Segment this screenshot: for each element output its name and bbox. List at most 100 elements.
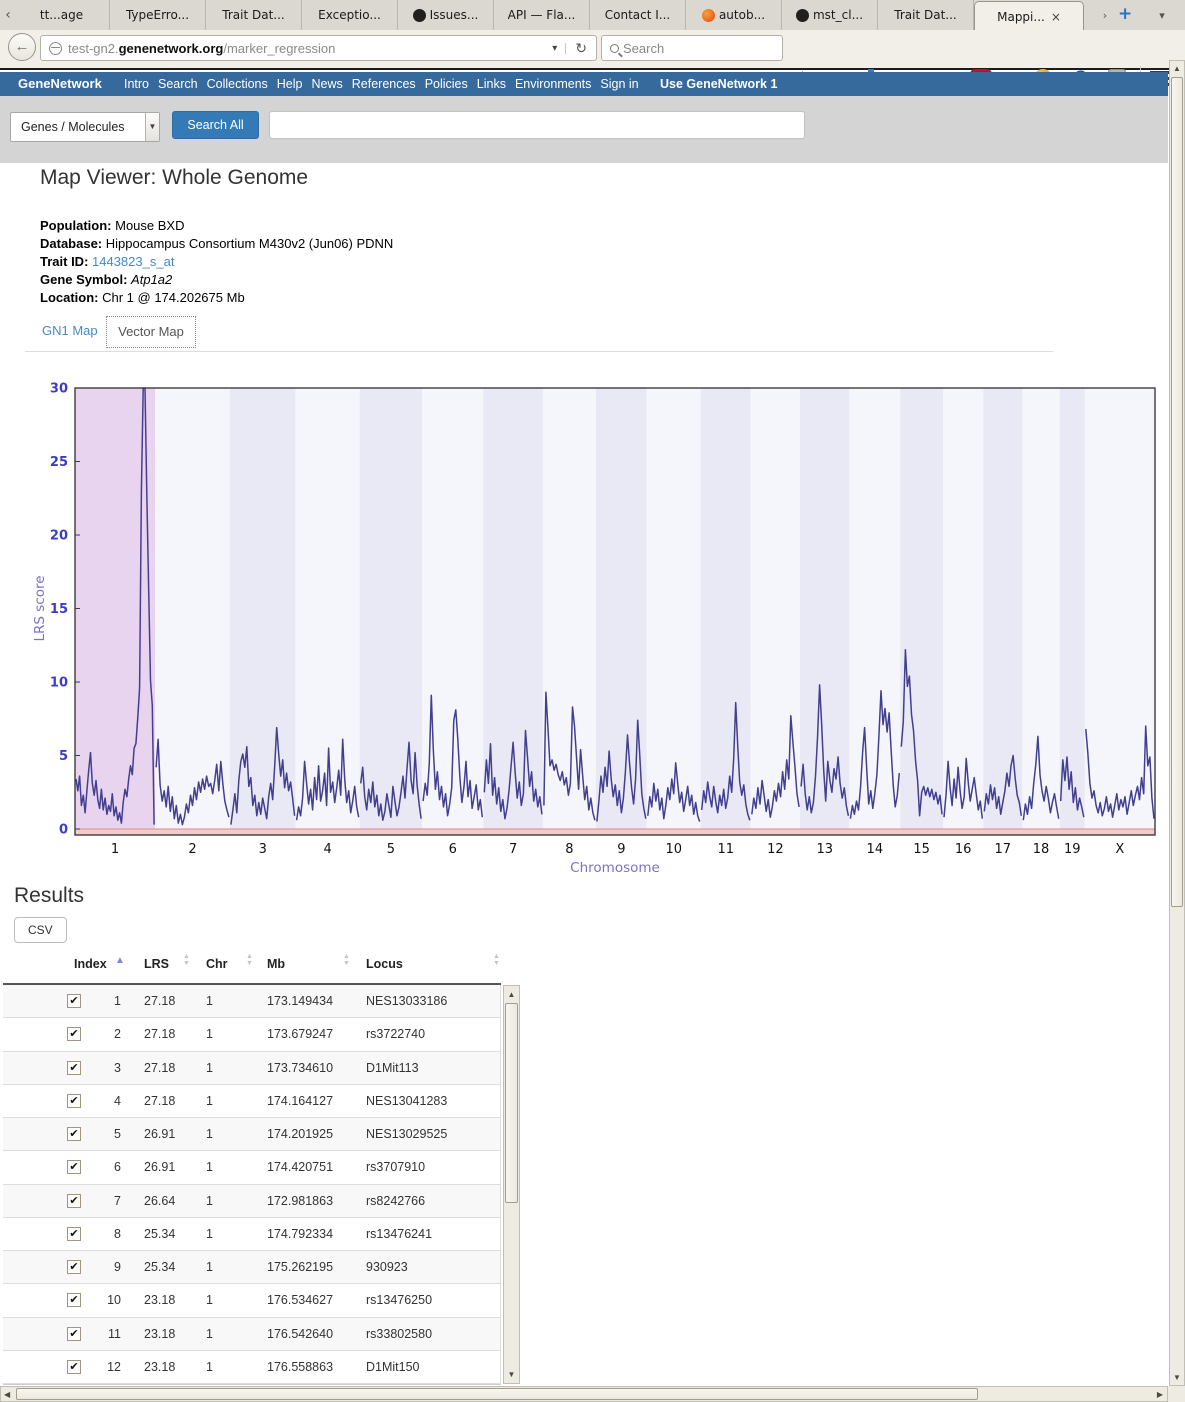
browser-tab[interactable]: Exceptio... bbox=[302, 0, 398, 30]
sort-icon[interactable]: ▲▼ bbox=[246, 953, 253, 967]
x-tick-label: 3 bbox=[259, 842, 267, 857]
scroll-down-icon[interactable]: ▼ bbox=[1170, 1373, 1184, 1382]
use-genenetwork1-link[interactable]: Use GeneNetwork 1 bbox=[660, 72, 777, 96]
new-tab-button[interactable]: + bbox=[1118, 4, 1132, 24]
table-scrollbar[interactable]: ▲ ▼ bbox=[503, 985, 520, 1384]
row-checkbox[interactable]: ✔ bbox=[67, 1194, 81, 1208]
navbar-link-sign-in[interactable]: Sign in bbox=[600, 72, 638, 96]
row-checkbox[interactable]: ✔ bbox=[67, 1260, 81, 1274]
horizontal-scrollbar-thumb[interactable] bbox=[16, 1388, 978, 1400]
sort-icon[interactable]: ▲▼ bbox=[343, 953, 350, 967]
window-vertical-scrollbar[interactable]: ▲ ▼ bbox=[1169, 60, 1185, 1386]
navbar-link-collections[interactable]: Collections bbox=[207, 72, 268, 96]
browser-tab[interactable]: Mappi...× bbox=[974, 1, 1084, 31]
github-favicon-icon bbox=[796, 9, 809, 22]
table-scroll-up-icon[interactable]: ▲ bbox=[504, 990, 519, 999]
row-checkbox[interactable]: ✔ bbox=[67, 1094, 81, 1108]
column-header-locus[interactable]: Locus bbox=[366, 957, 403, 971]
navbar-link-intro[interactable]: Intro bbox=[124, 72, 149, 96]
scroll-up-icon[interactable]: ▲ bbox=[1170, 64, 1184, 73]
cell-locus: rs3707910 bbox=[366, 1160, 425, 1174]
navbar-link-news[interactable]: News bbox=[311, 72, 342, 96]
navbar-link-help[interactable]: Help bbox=[277, 72, 303, 96]
tab-scroll-right-icon[interactable]: › bbox=[1098, 7, 1112, 25]
reload-icon[interactable]: ↻ bbox=[566, 40, 596, 57]
navbar-links: Intro Search Collections Help News References… bbox=[124, 72, 648, 96]
row-checkbox[interactable]: ✔ bbox=[67, 1027, 81, 1041]
row-checkbox[interactable]: ✔ bbox=[67, 1127, 81, 1141]
table-scroll-down-icon[interactable]: ▼ bbox=[504, 1370, 519, 1379]
row-checkbox[interactable]: ✔ bbox=[67, 1061, 81, 1075]
cell-lrs: 27.18 bbox=[144, 994, 175, 1008]
table-row: ✔227.181173.679247rs3722740 bbox=[3, 1018, 500, 1051]
cell-locus: rs33802580 bbox=[366, 1327, 432, 1341]
browser-tab[interactable]: API — Fla... bbox=[494, 0, 590, 30]
tab-title: TypeErro... bbox=[126, 8, 189, 22]
cell-locus: D1Mit113 bbox=[366, 1061, 419, 1075]
row-checkbox[interactable]: ✔ bbox=[67, 1227, 81, 1241]
row-checkbox[interactable]: ✔ bbox=[67, 1293, 81, 1307]
x-tick-label: 14 bbox=[867, 842, 884, 857]
url-bar[interactable]: test-gn2.genenetwork.org/marker_regressi… bbox=[40, 35, 597, 61]
table-scrollbar-thumb[interactable] bbox=[505, 1003, 518, 1203]
vertical-scrollbar-thumb[interactable] bbox=[1171, 77, 1183, 907]
table-row: ✔526.911174.201925NES13029525 bbox=[3, 1118, 500, 1151]
sort-asc-icon[interactable]: ▲ bbox=[115, 955, 125, 966]
navbar-link-environments[interactable]: Environments bbox=[515, 72, 591, 96]
row-checkbox[interactable]: ✔ bbox=[67, 994, 81, 1008]
browser-toolbar: ← test-gn2.genenetwork.org/marker_regres… bbox=[0, 30, 1185, 70]
browser-tab[interactable]: Trait Dat... bbox=[878, 0, 974, 30]
window-horizontal-scrollbar[interactable]: ◀ ▶ bbox=[0, 1386, 1168, 1402]
tab-title: tt...age bbox=[40, 8, 83, 22]
trait-id-link[interactable]: 1443823_s_at bbox=[92, 254, 174, 269]
navbar-link-policies[interactable]: Policies bbox=[425, 72, 468, 96]
cell-locus: NES13033186 bbox=[366, 994, 447, 1008]
y-axis-label: LRS score bbox=[32, 575, 48, 641]
browser-tab[interactable]: Trait Dat... bbox=[206, 0, 302, 30]
navbar-link-references[interactable]: References bbox=[352, 72, 416, 96]
cell-chr: 1 bbox=[206, 1160, 213, 1174]
global-search-input[interactable] bbox=[269, 111, 805, 139]
back-button[interactable]: ← bbox=[8, 33, 36, 61]
tab-close-icon[interactable]: × bbox=[1051, 10, 1061, 24]
search-icon bbox=[610, 44, 619, 53]
navbar-link-links[interactable]: Links bbox=[477, 72, 506, 96]
column-header-index[interactable]: Index bbox=[74, 957, 107, 971]
navbar-link-search[interactable]: Search bbox=[158, 72, 198, 96]
tab-list-dropdown-icon[interactable]: ▾ bbox=[1155, 7, 1169, 25]
meta-line: Population: Mouse BXD bbox=[40, 217, 393, 235]
cell-mb: 176.558863 bbox=[267, 1360, 333, 1374]
row-checkbox[interactable]: ✔ bbox=[67, 1160, 81, 1174]
genenetwork-navbar: GeneNetwork Intro Search Collections Help Ne… bbox=[0, 72, 1168, 96]
csv-export-button[interactable]: CSV bbox=[14, 917, 67, 943]
search-all-button[interactable]: Search All bbox=[172, 111, 259, 139]
column-header-lrs[interactable]: LRS bbox=[144, 957, 169, 971]
url-dropdown-icon[interactable]: ▾ bbox=[544, 43, 566, 54]
sort-icon[interactable]: ▲▼ bbox=[183, 953, 190, 967]
tab-scroll-left-icon[interactable]: ‹ bbox=[1, 6, 15, 24]
sort-icon[interactable]: ▲▼ bbox=[493, 953, 500, 967]
genenetwork-brand[interactable]: GeneNetwork bbox=[18, 72, 102, 96]
cell-chr: 1 bbox=[206, 1094, 213, 1108]
browser-tab[interactable]: Issues... bbox=[398, 0, 494, 30]
browser-tab[interactable]: tt...age bbox=[14, 0, 110, 30]
scroll-right-icon[interactable]: ▶ bbox=[1157, 1390, 1163, 1399]
tab-gn1-map[interactable]: GN1 Map bbox=[42, 323, 98, 338]
search-category-select[interactable]: Genes / Molecules bbox=[10, 112, 160, 142]
browser-tab[interactable]: autob... bbox=[686, 0, 782, 30]
scroll-left-icon[interactable]: ◀ bbox=[4, 1390, 10, 1399]
select-dropdown-icon[interactable]: ▼ bbox=[145, 113, 159, 141]
browser-tab[interactable]: Contact I... bbox=[590, 0, 686, 30]
site-identity-globe-icon[interactable] bbox=[49, 42, 62, 55]
browser-tab[interactable]: TypeErro... bbox=[110, 0, 206, 30]
chromosome-band-10 bbox=[647, 388, 701, 835]
column-header-chr[interactable]: Chr bbox=[206, 957, 228, 971]
row-checkbox[interactable]: ✔ bbox=[67, 1360, 81, 1374]
browser-tab[interactable]: mst_cl... bbox=[782, 0, 878, 30]
y-tick-label: 5 bbox=[59, 749, 68, 764]
browser-search-field[interactable]: Search bbox=[601, 35, 783, 61]
row-checkbox[interactable]: ✔ bbox=[67, 1327, 81, 1341]
tab-vector-map[interactable]: Vector Map bbox=[106, 316, 196, 348]
x-tick-label: 10 bbox=[665, 842, 682, 857]
column-header-mb[interactable]: Mb bbox=[267, 957, 285, 971]
